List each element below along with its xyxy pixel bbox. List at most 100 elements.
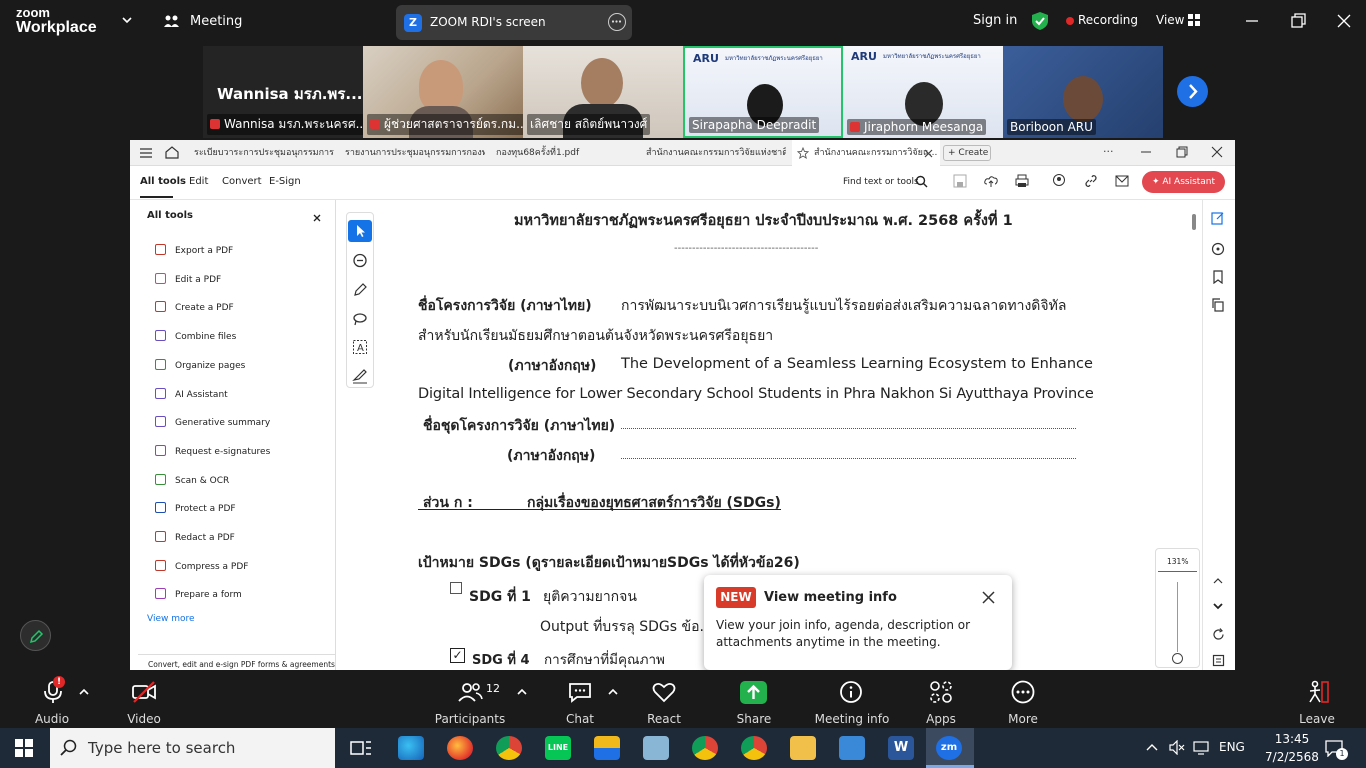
minimize-icon[interactable] (1242, 12, 1262, 30)
line-app-icon[interactable]: LINE (545, 736, 571, 760)
firefox-icon[interactable] (447, 736, 473, 760)
star-icon[interactable] (797, 147, 809, 159)
chat-icon[interactable] (567, 680, 593, 704)
edge-browser-icon[interactable] (398, 736, 424, 760)
share-screen-icon[interactable] (740, 681, 767, 704)
participant-video-tile-active[interactable]: ARU มหาวิทยาลัยราชภัฏพระนครศรีอยุธยา Sir… (683, 46, 843, 138)
zoom-slider-track[interactable] (1177, 582, 1178, 652)
sdg1-checkbox[interactable] (450, 582, 462, 594)
acrobat-restore-icon[interactable] (1176, 146, 1188, 158)
info-icon[interactable] (838, 680, 864, 704)
tool-item-create-a-pdf[interactable]: Create a PDF (155, 300, 234, 316)
network-icon[interactable] (1193, 741, 1209, 755)
react-button[interactable]: React (619, 712, 709, 726)
participants-options-chevron-icon[interactable] (517, 688, 527, 695)
more-options-icon[interactable]: ··· (1103, 145, 1114, 158)
text-box-icon[interactable]: A (352, 339, 368, 355)
chrome-icon[interactable] (496, 736, 522, 760)
document-tab[interactable]: ระเบียบวาระการประชุมอนุกรรมการ.pdf (194, 140, 334, 166)
close-icon[interactable] (1334, 12, 1354, 30)
tool-item-request-e-signatures[interactable]: Request e-signatures (155, 444, 270, 460)
speaker-muted-icon[interactable] (1169, 740, 1185, 755)
share-options-icon[interactable] (608, 13, 626, 31)
tool-item-redact-a-pdf[interactable]: Redact a PDF (155, 530, 235, 546)
upload-cloud-icon[interactable] (984, 174, 998, 188)
close-panel-icon[interactable] (313, 214, 321, 222)
apps-icon[interactable] (928, 680, 954, 704)
view-more-link[interactable]: View more (147, 614, 195, 624)
zoom-slider-handle[interactable] (1172, 653, 1183, 664)
email-icon[interactable] (1115, 175, 1129, 187)
apps-button[interactable]: Apps (896, 712, 986, 726)
featured-participant-tile[interactable]: Wannisa มรภ.พร... Wannisa มรภ.พระนครศ... (203, 46, 371, 138)
participants-icon[interactable] (457, 680, 483, 704)
language-indicator[interactable]: ENG (1219, 740, 1245, 754)
more-button[interactable]: More (978, 712, 1068, 726)
tool-item-prepare-a-form[interactable]: Prepare a form (155, 587, 242, 603)
ai-assistant-button[interactable]: ✦ AI Assistant (1142, 171, 1225, 193)
close-tab-icon[interactable] (924, 149, 933, 158)
chrome-profile-2-icon[interactable] (741, 736, 767, 760)
restore-icon[interactable] (1288, 12, 1308, 30)
participant-video-tile[interactable]: เลิศชาย สถิตย์พนาวงศ์ (523, 46, 683, 138)
word-icon[interactable]: W (888, 736, 914, 760)
popup-close-icon[interactable] (982, 591, 995, 604)
tool-item-generative-summary[interactable]: Generative summary (155, 415, 270, 431)
windows-start-icon[interactable] (15, 739, 33, 757)
recording-status[interactable]: Recording (1078, 13, 1138, 27)
chat-options-chevron-icon[interactable] (608, 688, 618, 695)
participant-video-tile[interactable]: Boriboon ARU (1003, 46, 1163, 138)
video-button[interactable]: Video (99, 712, 189, 726)
leave-button[interactable]: Leave (1272, 712, 1362, 726)
page-thumbnail-icon[interactable] (1212, 654, 1225, 667)
pen-draw-icon[interactable] (352, 282, 368, 298)
next-page-icon[interactable] (1213, 602, 1223, 610)
copy-pages-icon[interactable] (1211, 298, 1225, 312)
clock-date[interactable]: 7/2/2568 (1260, 750, 1324, 764)
edit-pdf-icon[interactable] (1211, 211, 1225, 225)
tray-expand-icon[interactable] (1146, 742, 1158, 752)
link-icon[interactable] (1084, 174, 1098, 188)
notepad-icon[interactable] (643, 736, 669, 760)
home-icon[interactable] (165, 146, 179, 159)
menu-esign[interactable]: E-Sign (269, 176, 301, 187)
file-explorer-icon[interactable] (790, 736, 816, 760)
tool-item-edit-a-pdf[interactable]: Edit a PDF (155, 272, 221, 288)
shield-check-icon[interactable] (1030, 11, 1050, 31)
participants-button[interactable]: Participants (425, 712, 515, 726)
tool-item-ai-assistant[interactable]: AI Assistant (155, 387, 228, 403)
next-page-button[interactable] (1177, 76, 1208, 107)
hamburger-menu-icon[interactable] (140, 147, 152, 159)
video-off-icon[interactable] (131, 680, 157, 704)
zoom-level[interactable]: 131% (1167, 557, 1188, 566)
sign-pen-icon[interactable] (352, 368, 368, 384)
grid-view-icon[interactable] (1188, 14, 1200, 26)
prev-page-icon[interactable] (1213, 577, 1223, 585)
leave-icon[interactable] (1304, 680, 1330, 704)
acrobat-minimize-icon[interactable] (1140, 147, 1152, 157)
create-tab-button[interactable]: + Create (943, 145, 991, 161)
tool-item-combine-files[interactable]: Combine files (155, 329, 236, 345)
clock-time[interactable]: 13:45 (1267, 732, 1317, 746)
rotate-icon[interactable] (1212, 628, 1225, 641)
share-user-icon[interactable] (1052, 174, 1067, 188)
tool-item-organize-pages[interactable]: Organize pages (155, 358, 245, 374)
chat-button[interactable]: Chat (535, 712, 625, 726)
search-icon[interactable] (915, 175, 928, 188)
meeting-info-button[interactable]: Meeting info (806, 712, 898, 726)
tool-item-export-a-pdf[interactable]: Export a PDF (155, 243, 233, 259)
audio-options-chevron-icon[interactable] (79, 688, 89, 695)
menu-edit[interactable]: Edit (189, 176, 208, 187)
menu-all-tools[interactable]: All tools (140, 176, 186, 187)
comments-icon[interactable] (1211, 242, 1225, 256)
store-icon[interactable] (594, 736, 620, 760)
tool-item-compress-a-pdf[interactable]: Compress a PDF (155, 559, 248, 575)
lasso-icon[interactable] (352, 311, 368, 327)
audio-button[interactable]: Audio (7, 712, 97, 726)
find-text-tools[interactable]: Find text or tools (843, 177, 919, 187)
taskbar-search-box[interactable]: Type here to search (50, 728, 335, 768)
print-icon[interactable] (1015, 174, 1029, 188)
more-icon[interactable] (1010, 680, 1036, 704)
save-icon[interactable] (953, 174, 967, 188)
chevron-down-icon[interactable] (122, 15, 132, 25)
